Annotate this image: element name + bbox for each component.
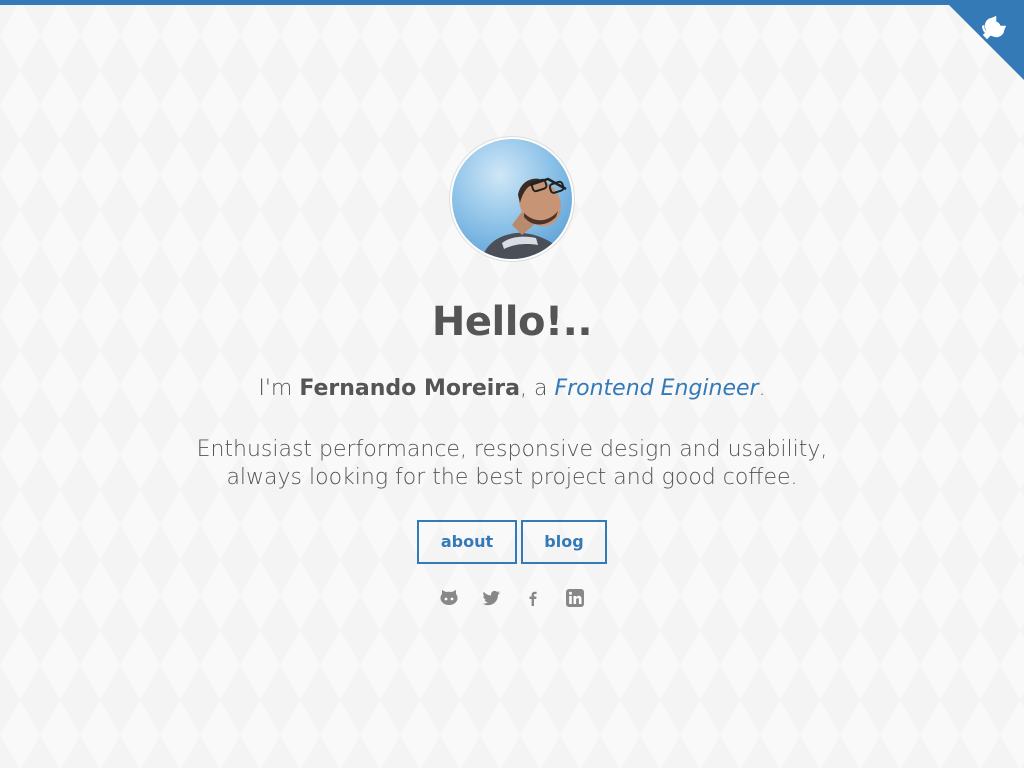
social-links — [0, 588, 1024, 608]
page-title: Hello!.. — [431, 299, 593, 345]
intro-prefix: I'm — [258, 376, 300, 401]
bio-text: Enthusiast performance, responsive desig… — [196, 437, 828, 491]
intro-middle: , a — [519, 376, 555, 401]
intro-line: I'm Fernando Moreira, a Frontend Enginee… — [0, 376, 1024, 402]
linkedin-icon — [566, 589, 584, 608]
github-corner-link[interactable] — [944, 0, 1024, 80]
linkedin-link[interactable] — [565, 588, 585, 608]
twitter-link[interactable] — [481, 588, 501, 608]
role-text: Frontend Engineer — [554, 376, 759, 401]
github-icon — [440, 590, 458, 606]
nav-buttons: about blog — [0, 520, 1024, 565]
profile-card: Hello!.. I'm Fernando Moreira, a Fronten… — [0, 136, 1024, 608]
about-button[interactable]: about — [417, 520, 517, 565]
avatar-photo — [452, 139, 572, 259]
github-link[interactable] — [439, 588, 459, 608]
twitter-icon — [482, 591, 500, 606]
octocat-icon — [944, 0, 1024, 80]
facebook-link[interactable] — [523, 588, 543, 608]
top-accent-bar — [0, 0, 1024, 5]
intro-suffix: . — [758, 376, 766, 401]
avatar — [449, 136, 575, 262]
author-name: Fernando Moreira — [299, 376, 520, 401]
blog-button[interactable]: blog — [521, 520, 607, 565]
facebook-icon — [529, 592, 537, 607]
